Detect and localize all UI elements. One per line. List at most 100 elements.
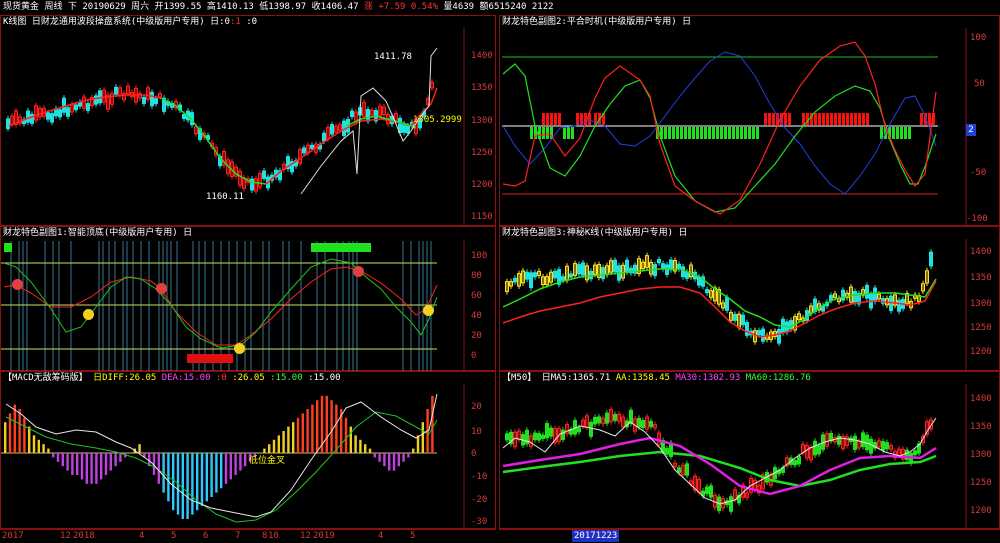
sub2-red-bar (834, 113, 837, 125)
candle-body (637, 417, 641, 428)
candle-body (581, 262, 585, 276)
candle-body (677, 467, 681, 473)
period-label[interactable]: 周线 (44, 2, 62, 12)
candle-body (302, 147, 306, 154)
macd-bar (181, 453, 184, 519)
sub3-panel[interactable]: 财龙特色副图3:神秘K线(中级版用户专用) 日 1400 1350 1300 1… (499, 226, 1000, 372)
sub2-red-bar (822, 113, 825, 125)
candle-body (577, 427, 581, 433)
sub2-ytick: 50 (974, 79, 985, 89)
amount-value: 额6515240 (479, 2, 527, 12)
ma-chart (502, 384, 967, 530)
candle-body (793, 460, 797, 466)
sub1-vlines (10, 241, 432, 372)
candle-body (513, 277, 517, 283)
macd-bar (157, 453, 160, 484)
macd-bar (32, 435, 36, 453)
sub2-red-bar (550, 113, 553, 125)
quote-header: 现货黄金 周线 下 20190629 周六 开1399.55 高1410.13 … (3, 2, 554, 14)
sub2-green-bar (696, 127, 699, 139)
macd-bar (56, 453, 60, 462)
sub1-panel[interactable]: 财龙特色副图1:智能顶底(中级版用户专用) 日 100 80 60 40 20 … (0, 226, 496, 372)
ma-panel[interactable]: 【M50】 日MA5:1365.71 AA:1358.45 MA30:1302.… (499, 371, 1000, 530)
macd-bar (402, 453, 405, 462)
sub2-green-bar (744, 127, 747, 139)
sub2-green-bar (900, 127, 903, 139)
ma-ytick: 1200 (970, 506, 992, 516)
candle-body (569, 273, 573, 278)
candle-body (705, 486, 709, 495)
sub2-red-bar (546, 113, 549, 125)
kline-panel[interactable]: K线图 日财龙通用波段操盘系统(中级版用户专用) 日:0:1 :0 1411.7… (0, 15, 496, 227)
sub2-green-bar (700, 127, 703, 139)
candle-body (66, 107, 70, 117)
macd-bar (330, 400, 333, 453)
candle-body (366, 109, 370, 122)
sub2-green-bar (908, 127, 911, 139)
macd-bar (354, 435, 357, 453)
sub2-badge: 2 (966, 124, 976, 136)
macd-bar (109, 453, 112, 471)
candle-body (873, 287, 877, 302)
sub2-green-bar (546, 127, 549, 139)
sub2-red-bar (830, 113, 833, 125)
macd-bar (282, 431, 285, 453)
sub2-green-bar (664, 127, 667, 139)
macd-bar (13, 404, 16, 453)
ma-ytick: 1400 (970, 394, 992, 404)
sub2-green-bar (672, 127, 675, 139)
macd-panel[interactable]: 【MACD无敌筹码版】 日DIFF:26.05 DEA:15.00 :0 :26… (0, 371, 496, 530)
macd-annotation: 低位金叉 (249, 456, 286, 466)
quote-weekday: 周六 (131, 2, 150, 12)
candle-body (865, 284, 869, 299)
candle-body (98, 90, 102, 104)
macd-bar (296, 417, 300, 453)
macd-bar (224, 453, 228, 484)
candle-body (529, 272, 533, 289)
macd-ytick: -10 (471, 472, 488, 482)
x-axis-label: 5 (410, 531, 416, 541)
macd-ytick: 0 (471, 449, 477, 459)
macd-bar (383, 453, 386, 467)
kline-ytick: 1350 (471, 83, 493, 93)
quote-date: 20190629 (82, 2, 126, 12)
candle-body (537, 433, 541, 441)
sub2-green-bar (668, 127, 671, 139)
sub1-green-block (4, 243, 12, 252)
candle-body (541, 434, 545, 440)
candle-body (725, 296, 729, 311)
sub2-green-bar (896, 127, 899, 139)
macd-bar (306, 409, 309, 453)
candle-body (649, 420, 653, 428)
macd-bar (316, 400, 319, 453)
candle-body (597, 416, 601, 424)
sub2-panel[interactable]: 财龙特色副图2:平合时机(中级版用户专用) 日 2 100 50 0 -50 -… (499, 15, 1000, 227)
macd-ytick: -20 (471, 495, 488, 505)
sub2-red-bar (818, 113, 821, 125)
candle-body (601, 267, 605, 280)
candle-body (729, 496, 733, 512)
macd-bar (172, 453, 175, 511)
macd-bar (301, 413, 304, 453)
candle-body (733, 313, 737, 321)
candle-body (62, 97, 66, 113)
sub1-ytick: 100 (471, 251, 488, 261)
sub2-red-bar (862, 113, 865, 125)
kline-ytick: 1300 (471, 116, 493, 126)
candle-body (154, 98, 158, 105)
macd-ytick: -30 (471, 517, 488, 527)
macd-bar (392, 453, 396, 471)
x-axis-label: 4 (139, 531, 145, 541)
macd-bar (239, 453, 242, 471)
sub2-green-bar (892, 127, 895, 139)
sub2-red-bar (764, 113, 767, 125)
candle-body (505, 433, 509, 441)
instrument-name[interactable]: 现货黄金 (3, 2, 39, 12)
sub2-green-bar (704, 127, 707, 139)
sub2-green-bar (692, 127, 695, 139)
volume-value: 量4639 (443, 2, 475, 12)
sub2-green-bar (684, 127, 687, 139)
x-axis-label: 12 (300, 531, 311, 541)
sub2-green-bar (752, 127, 755, 139)
change-value: 涨 +7.59 (363, 2, 406, 12)
